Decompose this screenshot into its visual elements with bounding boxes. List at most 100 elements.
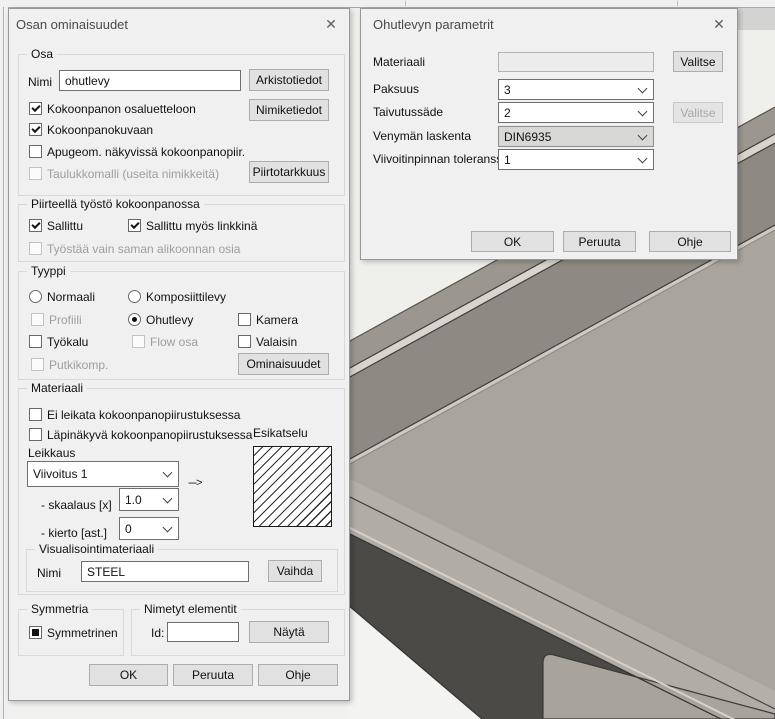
viivoitin-value: 1 (504, 153, 511, 167)
radio-circle (128, 313, 141, 326)
ominaisuudet-button[interactable]: Ominaisuudet (238, 353, 329, 375)
checkbox-label: Profiili (49, 313, 82, 327)
checkbox-kokoonpanokuvaan[interactable]: Kokoonpanokuvaan (29, 122, 153, 137)
skaalaus-label: - skaalaus [x] (41, 498, 112, 512)
nimi-label: Nimi (28, 75, 52, 89)
group-label: Osa (27, 47, 57, 61)
checkbox-box (238, 335, 251, 348)
checkbox-apugeom[interactable]: Apugeom. näkyvissä kokoonpanopiir. (29, 144, 245, 159)
checkbox-putkikomp: Putkikomp. (31, 357, 108, 372)
dialog-title: Osan ominaisuudet (16, 17, 128, 32)
toolbar-remnant-strip (0, 0, 775, 8)
venyma-value: DIN6935 (504, 130, 551, 144)
kierto-value: 0 (125, 522, 132, 536)
leikkaus-value: Viivoitus 1 (33, 467, 87, 481)
checkbox-lapinakyva[interactable]: Läpinäkyvä kokoonpanopiirustuksessa (29, 427, 252, 442)
kierto-select[interactable]: 0 (119, 517, 179, 540)
paksuus-value: 3 (504, 83, 511, 97)
visu-material-input[interactable]: STEEL (81, 561, 249, 582)
title-bar[interactable]: Ohutlevyn parametrit ✕ (361, 9, 737, 39)
kierto-label: - kierto [ast.] (41, 526, 107, 540)
checkbox-box (29, 626, 42, 639)
group-label: Materiaali (27, 381, 87, 395)
leikkaus-select[interactable]: Viivoitus 1 (27, 461, 179, 487)
checkbox-label: Apugeom. näkyvissä kokoonpanopiir. (47, 145, 245, 159)
checkbox-box (29, 242, 42, 255)
chevron-down-icon (163, 522, 173, 532)
chevron-down-icon (638, 83, 648, 93)
ok-button[interactable]: OK (471, 231, 554, 252)
ohje-button[interactable]: Ohje (649, 231, 731, 252)
group-label: Visualisointimateriaali (35, 542, 158, 556)
viivoitin-select[interactable]: 1 (498, 149, 654, 170)
dialog-title: Ohutlevyn parametrit (373, 17, 494, 32)
toolbar-separator (405, 1, 406, 6)
viewport-corner-panel (737, 8, 775, 30)
paksuus-label: Paksuus (373, 82, 419, 96)
checkbox-symmetrinen[interactable]: Symmetrinen (29, 625, 118, 640)
radio-komposiittilevy[interactable]: Komposiittilevy (128, 289, 226, 304)
checkbox-profiili: Profiili (31, 312, 82, 327)
hatch-preview (253, 446, 332, 527)
checkbox-box (132, 335, 145, 348)
nayta-button[interactable]: Näytä (249, 621, 329, 643)
ok-button[interactable]: OK (89, 664, 168, 686)
taivutussade-select[interactable]: 2 (498, 102, 654, 123)
ohje-button[interactable]: Ohje (258, 664, 338, 686)
checkbox-box (29, 167, 42, 180)
visu-nimi-label: Nimi (37, 566, 61, 580)
checkbox-label: Työkalu (47, 335, 88, 349)
checkbox-kamera[interactable]: Kamera (238, 312, 298, 327)
peruuta-button[interactable]: Peruuta (173, 664, 253, 686)
checkbox-kokoonpanon-osaluetteloon[interactable]: Kokoonpanon osaluetteloon (29, 101, 196, 116)
chevron-down-icon (638, 130, 648, 140)
piirtotarkkuus-button[interactable]: Piirtotarkkuus (249, 161, 329, 183)
esikatselu-label: Esikatselu (253, 426, 308, 440)
chevron-down-icon (638, 153, 648, 163)
radio-normaali[interactable]: Normaali (29, 289, 95, 304)
checkbox-box (29, 219, 42, 232)
arrow-indicator: ---> (188, 477, 201, 489)
radio-ohutlevy[interactable]: Ohutlevy (128, 312, 193, 327)
checkbox-valaisin[interactable]: Valaisin (238, 334, 297, 349)
panel-divider-line (3, 7, 4, 719)
checkbox-label: Symmetrinen (47, 626, 118, 640)
valitse-button[interactable]: Valitse (673, 51, 723, 72)
taivutussade-label: Taivutussäde (373, 105, 443, 119)
vaihda-button[interactable]: Vaihda (268, 560, 322, 582)
checkbox-box (31, 313, 44, 326)
checkbox-ei-leikata[interactable]: Ei leikata kokoonpanopiirustuksessa (29, 407, 240, 422)
chevron-down-icon (638, 106, 648, 116)
checkbox-label: Taulukkomalli (useita nimikkeitä) (47, 167, 219, 181)
peruuta-button[interactable]: Peruuta (563, 231, 636, 252)
element-id-input[interactable] (167, 622, 239, 642)
valitse-disabled-button: Valitse (673, 102, 723, 123)
checkbox-label: Sallittu myös linkkinä (146, 219, 257, 233)
checkbox-box (29, 145, 42, 158)
part-name-input[interactable]: ohutlevy (59, 70, 241, 91)
nimiketiedot-button[interactable]: Nimiketiedot (249, 99, 329, 121)
checkbox-label: Kokoonpanon osaluetteloon (47, 102, 196, 116)
toolbar-separator (677, 1, 678, 6)
checkbox-label: Työstää vain saman alikoonnan osia (47, 242, 240, 256)
close-icon[interactable]: ✕ (710, 16, 728, 34)
close-icon[interactable]: ✕ (322, 16, 340, 34)
title-bar[interactable]: Osan ominaisuudet ✕ (9, 9, 349, 39)
chevron-down-icon (163, 493, 173, 503)
checkbox-label: Putkikomp. (49, 358, 108, 372)
left-panel-edge (0, 0, 8, 719)
skaalaus-select[interactable]: 1.0 (119, 488, 179, 511)
paksuus-select[interactable]: 3 (498, 79, 654, 100)
venyma-select[interactable]: DIN6935 (498, 126, 654, 147)
checkbox-tyokalu[interactable]: Työkalu (29, 334, 88, 349)
checkbox-sallittu[interactable]: Sallittu (29, 218, 83, 233)
checkbox-sallittu-linkkina[interactable]: Sallittu myös linkkinä (128, 218, 257, 233)
checkbox-taulukkomalli: Taulukkomalli (useita nimikkeitä) (29, 166, 219, 181)
app-screen: Osan ominaisuudet ✕ Osa Nimi ohutlevy Ar… (0, 0, 775, 719)
checkbox-tyostaa-alikoonta: Työstää vain saman alikoonnan osia (29, 241, 240, 256)
checkbox-label: Kokoonpanokuvaan (47, 123, 153, 137)
radio-circle (29, 290, 42, 303)
group-label: Piirteellä työstö kokoonpanossa (27, 197, 204, 211)
viivoitin-label: Viivoitinpinnan toleranssi (373, 152, 505, 166)
arkistotiedot-button[interactable]: Arkistotiedot (249, 69, 329, 91)
